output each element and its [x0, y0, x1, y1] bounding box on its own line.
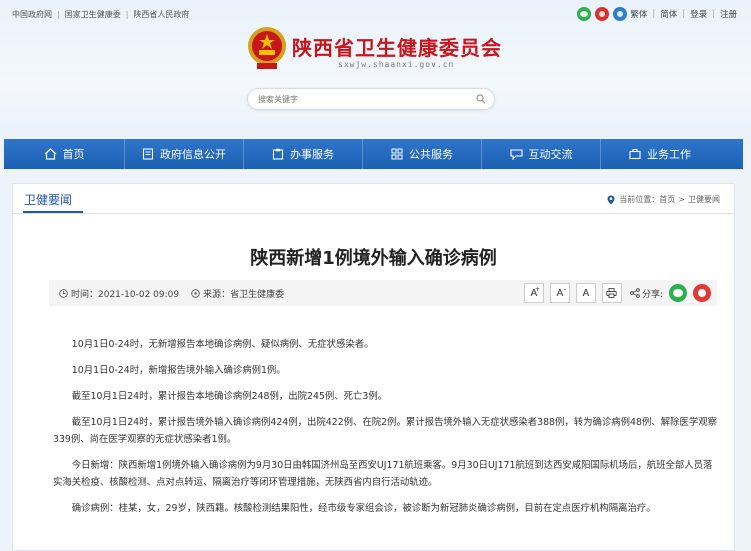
- font-large-button[interactable]: A +: [523, 283, 544, 303]
- section-header: 卫健要闻 当前位置： 首页 > 卫健要闻: [13, 184, 734, 214]
- font-medium-label: A: [556, 287, 564, 299]
- font-default-label: A: [582, 287, 590, 299]
- article-tools: A + A- A 分享:: [518, 283, 711, 303]
- divider: |: [125, 10, 129, 19]
- top-links: 中国政府网 | 国家卫生健康委 | 陕西省人民政府: [12, 9, 189, 20]
- link-nhc[interactable]: 国家卫生健康委: [65, 9, 121, 20]
- nav-business[interactable]: 业务工作: [601, 139, 719, 169]
- chat-icon: [509, 149, 523, 160]
- nav-home[interactable]: 首页: [4, 139, 124, 169]
- nav-interaction[interactable]: 互动交流: [482, 139, 600, 169]
- register-link[interactable]: 注册: [720, 8, 737, 20]
- nav-services[interactable]: 办事服务: [244, 139, 362, 169]
- printer-icon: [606, 288, 618, 298]
- breadcrumb-label: 当前位置：: [619, 195, 660, 204]
- search-icon[interactable]: [476, 94, 486, 104]
- divider: |: [712, 9, 715, 19]
- share-text: 分享:: [641, 289, 663, 300]
- home-icon: [44, 148, 56, 160]
- breadcrumb-current[interactable]: 卫健要闻: [688, 194, 720, 205]
- search-input[interactable]: [258, 93, 458, 106]
- section-title[interactable]: 卫健要闻: [24, 191, 72, 208]
- share-label: 分享:: [630, 287, 663, 300]
- share-icon: [630, 288, 640, 298]
- breadcrumb: 当前位置： 首页 > 卫健要闻: [607, 194, 720, 205]
- location-pin-icon: [607, 195, 615, 204]
- nav-label: 政府信息公开: [160, 148, 226, 161]
- font-default-button[interactable]: A: [575, 283, 596, 303]
- nav-label: 业务工作: [647, 148, 691, 161]
- weibo-icon[interactable]: [595, 7, 610, 21]
- article-title: 陕西新增1例境外输入确诊病例: [250, 248, 497, 269]
- simplified-chinese-link[interactable]: 简体: [660, 8, 677, 20]
- article-paragraph: 确诊病例：桂某，女，29岁，陕西籍。核酸检测结果阳性，经市级专家组会诊，被诊断为…: [71, 503, 656, 514]
- section-underline: [23, 211, 83, 213]
- article-body: 10月1日0-24时，无新增报告本地确诊病例、疑似病例、无症状感染者。 10月1…: [53, 336, 717, 526]
- nav-public-services[interactable]: 公共服务: [363, 139, 481, 169]
- grid-icon: [391, 148, 403, 160]
- article-paragraph: 今日新增：陕西新增1例境外输入确诊病例为9月30日由韩国济州岛至西安UJ171航…: [53, 460, 713, 488]
- nav-label: 互动交流: [528, 148, 573, 161]
- meta-info: 时间：2021-10-02 09:09 来源：省卫生健康委: [59, 287, 284, 300]
- breadcrumb-separator: >: [678, 195, 685, 204]
- top-tools: 繁体 | 简体 | 登录 | 注册: [577, 7, 737, 21]
- site-domain: sxwjw.shaanxi.gov.cn: [338, 60, 455, 69]
- nav-label: 首页: [62, 148, 85, 161]
- breadcrumb-home[interactable]: 首页: [659, 194, 675, 205]
- divider: |: [57, 10, 60, 19]
- article-source: 来源：省卫生健康委: [203, 290, 285, 300]
- link-gov-cn[interactable]: 中国政府网: [12, 9, 52, 20]
- content-panel: 卫健要闻 当前位置： 首页 > 卫健要闻 陕西新增1例境外输入确诊病例 时间：2…: [12, 183, 735, 551]
- nav-gov-info[interactable]: 政府信息公开: [125, 139, 243, 169]
- accessibility-icon[interactable]: [613, 7, 628, 21]
- link-shaanxi-gov[interactable]: 陕西省人民政府: [133, 9, 189, 20]
- clipboard-icon: [272, 148, 284, 160]
- nav-label: 办事服务: [290, 148, 334, 161]
- main-nav: 首页 政府信息公开 办事服务 公共服务 互动交流 业务工作: [4, 139, 743, 169]
- divider: |: [682, 9, 686, 19]
- national-emblem-icon: [248, 27, 286, 69]
- login-link[interactable]: 登录: [690, 8, 707, 20]
- document-icon: [142, 148, 154, 160]
- nav-label: 公共服务: [409, 148, 453, 161]
- article-paragraph: 截至10月1日24时，累计报告本地确诊病例248例，出院245例、死亡3例。: [71, 391, 388, 402]
- share-weibo-icon[interactable]: [693, 284, 711, 302]
- share-wechat-icon[interactable]: [669, 284, 687, 302]
- traditional-chinese-link[interactable]: 繁体: [630, 8, 647, 20]
- publish-time: 时间：2021-10-02 09:09: [71, 290, 180, 300]
- print-button[interactable]: [601, 283, 622, 303]
- search-box: [247, 88, 495, 110]
- article-meta: 时间：2021-10-02 09:09 来源：省卫生健康委 A + A- A 分…: [49, 280, 717, 306]
- site-title[interactable]: 陕西省卫生健康委员会: [292, 32, 502, 61]
- clock-icon: [59, 289, 68, 298]
- source-icon: [191, 289, 200, 298]
- article-paragraph: 10月1日0-24时，新增报告境外输入确诊病例1例。: [71, 365, 286, 376]
- article-paragraph: 截至10月1日24时，累计报告境外输入确诊病例424例，出院422例、在院2例。…: [53, 417, 717, 445]
- divider: |: [652, 9, 656, 19]
- font-medium-button[interactable]: A-: [549, 283, 570, 303]
- briefcase-icon: [629, 149, 641, 160]
- wechat-icon[interactable]: [577, 7, 592, 21]
- article-paragraph: 10月1日0-24时，无新增报告本地确诊病例、疑似病例、无症状感染者。: [71, 339, 374, 350]
